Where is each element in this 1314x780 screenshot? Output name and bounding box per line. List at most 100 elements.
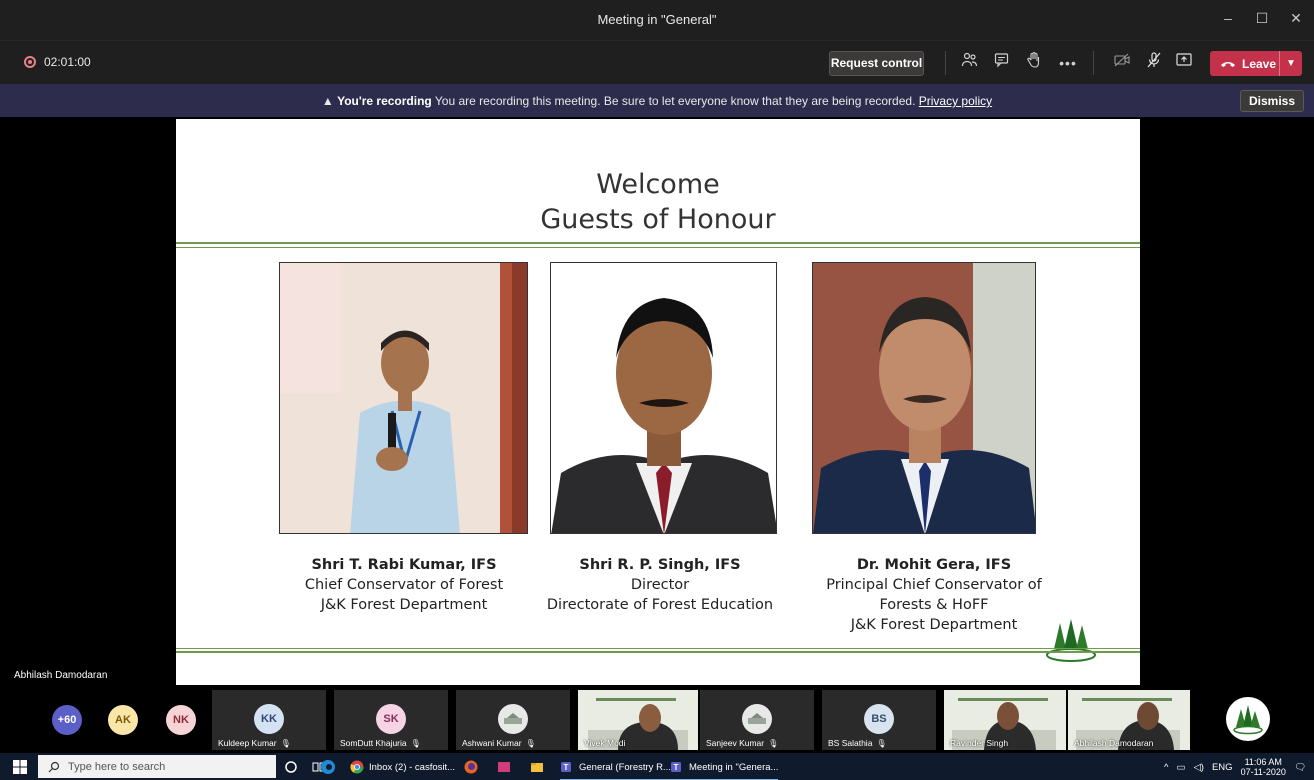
photos-icon[interactable] [497,757,511,777]
privacy-policy-link[interactable]: Privacy policy [919,94,992,108]
clock-time: 11:06 AM [1244,757,1282,767]
more-participants-badge[interactable]: +60 [52,705,82,735]
guest-title: Principal Chief Conservator of [826,577,1042,593]
guest-photo-1 [279,262,528,534]
participant-avatar: BS [864,704,894,734]
participant-name: Sanjeev Kumar 🎙 [706,738,778,748]
participant-tile[interactable]: BS BS Salathia 🎙 [822,690,936,750]
participant-tile[interactable]: KK Kuldeep Kumar 🎙 [212,690,326,750]
cortana-icon[interactable] [284,757,298,777]
guest-name: Shri R. P. Singh, IFS [579,557,741,573]
shared-content-stage: Welcome Guests of Honour Shri T. Rabi Ku… [0,117,1314,687]
guest-caption-2: Shri R. P. Singh, IFS Director Directora… [520,555,800,615]
slide-title-line2: Guests of Honour [540,204,776,235]
forest-logo-avatar[interactable] [1226,697,1270,741]
presenter-name: Abhilash Damodaran [14,670,108,681]
forest-emblem-logo [1042,615,1100,665]
dismiss-button[interactable]: Dismiss [1240,90,1304,112]
guest-department: Directorate of Forest Education [546,597,774,613]
search-icon [48,761,60,772]
request-control-button[interactable]: Request control [829,51,924,76]
close-icon[interactable]: ✕ [1288,9,1304,27]
title-bar: Meeting in "General" – ☐ ✕ [0,0,1314,40]
guest-caption-1: Shri T. Rabi Kumar, IFS Chief Conservato… [264,555,544,615]
mic-icon: 🎙 [768,739,779,748]
recording-banner-title: You're recording [337,94,432,108]
participant-name: Vivek Modi [584,738,626,748]
slide-title: Welcome Guests of Honour [176,167,1140,237]
taskbar-app-label: Inbox (2) - casfosit... [369,761,456,773]
taskbar-clock[interactable]: 11:06 AM 07-11-2020 [1241,757,1286,777]
window-controls: – ☐ ✕ [1220,9,1304,27]
slide-divider [176,247,1140,248]
mic-icon: 🎙 [876,739,887,748]
svg-text:T: T [564,763,569,772]
leave-button[interactable]: Leave ▼ [1210,51,1302,76]
mic-icon: 🎙 [410,739,421,748]
presentation-slide: Welcome Guests of Honour Shri T. Rabi Ku… [176,119,1140,685]
svg-text:T: T [674,763,679,772]
participant-video-tile[interactable]: Ravinder Singh [944,690,1066,750]
participant-avatar[interactable]: NK [166,705,196,735]
participant-video-tile[interactable]: Vivek Modi [578,690,698,750]
taskbar-app-teams-general[interactable]: T General (Forestry R... [560,757,671,780]
mic-icon: 🎙 [525,739,536,748]
raise-hand-icon[interactable] [1022,51,1046,75]
participant-logo-avatar [498,704,528,734]
network-icon[interactable]: ▭ [1177,762,1186,773]
more-actions-icon[interactable]: ••• [1056,51,1080,75]
participant-name: Ashwani Kumar 🎙 [462,738,536,748]
taskbar-search-box[interactable]: Type here to search [38,755,276,778]
chat-icon[interactable] [990,51,1014,75]
participant-tile[interactable]: Sanjeev Kumar 🎙 [700,690,814,750]
volume-icon[interactable]: ◁) [1193,762,1203,773]
slide-title-line1: Welcome [596,169,720,200]
taskbar-app-teams-meeting[interactable]: T Meeting in "Genera... [670,757,779,780]
guest-photo-2 [550,262,777,534]
guest-title-cont: Forests & HoFF [879,597,989,613]
windows-taskbar: Type here to search Inbox (2) - casfosit… [0,753,1314,780]
slide-bottom-divider [176,651,1140,653]
recording-icon [24,56,36,68]
taskbar-app-chrome[interactable]: Inbox (2) - casfosit... [350,757,461,777]
input-language[interactable]: ENG [1212,762,1233,773]
participant-tile[interactable]: Ashwani Kumar 🎙 [456,690,570,750]
participant-name: Kuldeep Kumar 🎙 [218,738,291,748]
participant-tile[interactable]: SK SomDutt Khajuria 🎙 [334,690,448,750]
mic-icon: 🎙 [280,739,291,748]
participant-video-tile[interactable]: Abhilash Damodaran [1068,690,1190,750]
participant-avatar: SK [376,704,406,734]
minimize-icon[interactable]: – [1220,9,1236,27]
chevron-down-icon[interactable]: ▼ [1280,58,1302,69]
guest-department: J&K Forest Department [850,617,1018,633]
participants-icon[interactable] [958,51,982,75]
guest-name: Dr. Mohit Gera, IFS [856,557,1012,573]
participant-logo-avatar [742,704,772,734]
system-tray: ^ ▭ ◁) ENG 11:06 AM 07-11-2020 🗨 [1164,757,1306,777]
camera-off-icon[interactable] [1110,51,1134,75]
share-screen-icon[interactable] [1172,51,1196,75]
guest-photo-3 [812,262,1036,534]
maximize-icon[interactable]: ☐ [1254,9,1270,27]
chevron-up-icon[interactable]: ^ [1164,762,1168,773]
window-title: Meeting in "General" [597,12,717,27]
meeting-toolbar: 02:01:00 Request control ••• Leave ▼ [0,40,1314,84]
participant-name-text: Ashwani Kumar [462,738,522,748]
participant-strip: +60 AK NK KK Kuldeep Kumar 🎙 SK SomDutt K… [0,687,1314,753]
slide-bottom-divider [176,648,1140,649]
notifications-icon[interactable]: 🗨 [1294,762,1306,773]
recording-banner: ▲ You're recording You are recording thi… [0,84,1314,117]
taskbar-app-label: Meeting in "Genera... [689,761,779,773]
toolbar-divider [1093,51,1094,75]
edge-icon[interactable] [320,757,336,777]
file-explorer-icon[interactable] [530,757,544,777]
participant-name-text: Kuldeep Kumar [218,738,277,748]
participant-avatar[interactable]: AK [108,705,138,735]
toolbar-divider [945,51,946,75]
windows-start-icon[interactable] [12,759,28,775]
firefox-icon[interactable] [464,757,478,777]
teams-icon: T [561,762,571,772]
participant-name: SomDutt Khajuria 🎙 [340,738,421,748]
search-placeholder: Type here to search [68,760,166,773]
mic-muted-icon[interactable] [1142,51,1166,75]
